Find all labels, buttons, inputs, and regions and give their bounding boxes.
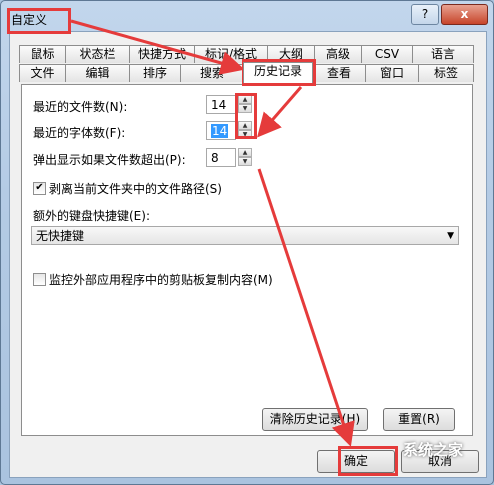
tab-history[interactable]: 历史记录 [243, 62, 313, 83]
watermark: 系统之家 [403, 441, 464, 459]
customize-dialog: 自定义 ? x 鼠标 状态栏 快捷方式 标记/格式 大纲 高级 CSV 语言 文… [0, 0, 494, 485]
